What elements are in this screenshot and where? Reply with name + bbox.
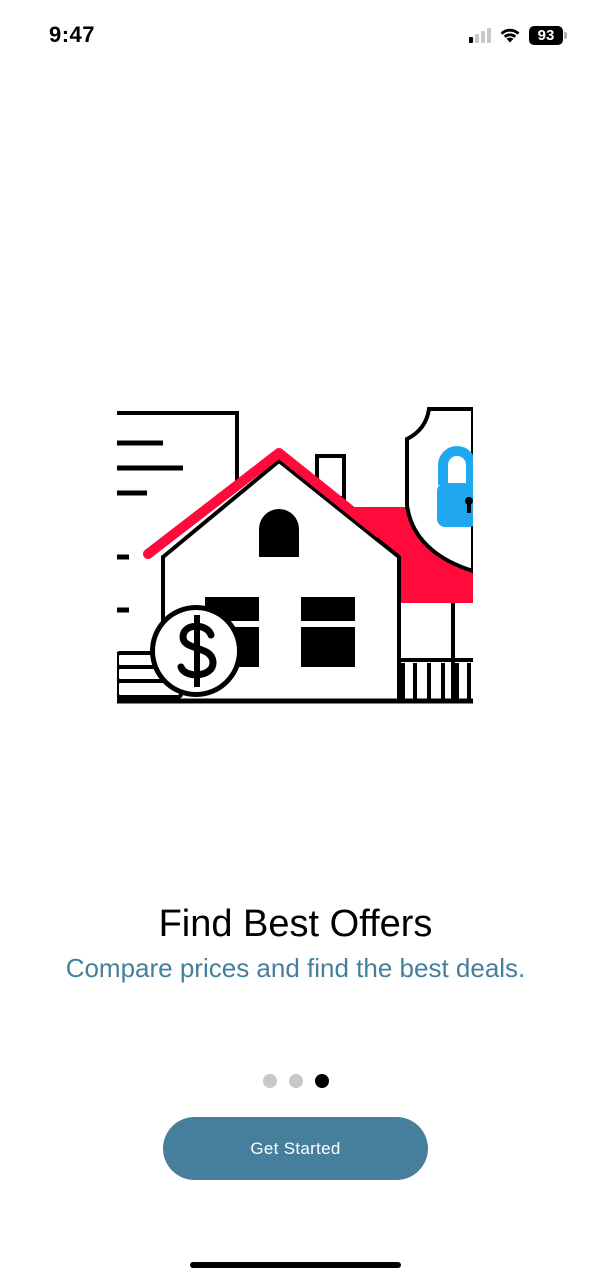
page-dot[interactable] xyxy=(288,1074,303,1088)
battery-level: 93 xyxy=(529,25,563,45)
page-dot[interactable] xyxy=(262,1074,277,1088)
wifi-icon xyxy=(500,28,520,43)
status-time: 9:47 xyxy=(49,22,96,47)
page-indicator xyxy=(0,1074,591,1088)
get-started-button[interactable]: Get Started xyxy=(163,1117,428,1180)
page-dot-active[interactable] xyxy=(314,1074,329,1088)
onboarding-title: Find Best Offers xyxy=(158,903,433,945)
battery-icon: 93 xyxy=(529,25,567,45)
onboarding-subtitle: Compare prices and find the best deals. xyxy=(65,953,526,983)
house-illustration-icon xyxy=(117,407,473,704)
home-indicator[interactable] xyxy=(190,1262,401,1268)
status-icons: 93 xyxy=(469,24,567,46)
status-bar: 9:47 93 xyxy=(0,0,591,70)
signal-icon xyxy=(469,27,491,43)
onboarding-illustration xyxy=(117,405,473,705)
